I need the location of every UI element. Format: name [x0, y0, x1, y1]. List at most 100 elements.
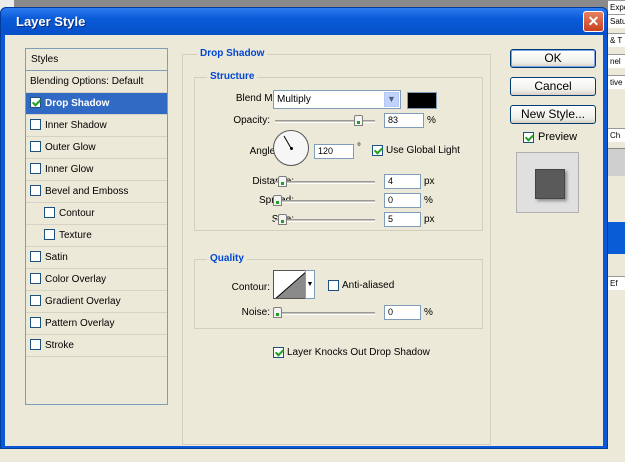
- preview-thumbnail: [516, 152, 579, 213]
- opacity-input[interactable]: 83: [384, 113, 424, 128]
- preview-square: [535, 169, 565, 199]
- distance-slider-track[interactable]: [275, 181, 375, 184]
- use-global-light-checkbox[interactable]: [372, 145, 383, 156]
- styles-item-label: Blending Options: Default: [30, 76, 144, 87]
- dialog-client-area: Styles Blending Options: Default Drop Sha…: [5, 35, 603, 446]
- styles-item[interactable]: Inner Shadow: [26, 115, 167, 137]
- styles-item-label: Outer Glow: [45, 142, 96, 153]
- style-checkbox[interactable]: [30, 250, 41, 262]
- styles-item[interactable]: Satin: [26, 247, 167, 269]
- ok-button[interactable]: OK: [510, 49, 596, 68]
- spread-slider-thumb[interactable]: [273, 195, 282, 206]
- anti-aliased-label[interactable]: Anti-aliased: [342, 280, 394, 291]
- anti-aliased-checkbox[interactable]: [328, 280, 339, 291]
- close-icon: ✕: [587, 13, 600, 29]
- spread-input[interactable]: 0: [384, 193, 421, 208]
- styles-item-label: Stroke: [45, 340, 74, 351]
- angle-dial[interactable]: [273, 130, 309, 166]
- window-title: Layer Style: [16, 14, 86, 29]
- chevron-down-icon: ▼: [306, 281, 314, 288]
- styles-item-label: Satin: [45, 252, 68, 263]
- drop-shadow-title: Drop Shadow: [197, 48, 268, 59]
- background-strip: Ef: [608, 276, 625, 290]
- style-checkbox[interactable]: [44, 228, 55, 240]
- blend-mode-value: Multiply: [277, 94, 311, 105]
- styles-item[interactable]: Texture: [26, 225, 167, 247]
- background-toolbar: [608, 148, 625, 176]
- structure-group: Structure Blend Mode: Multiply ▼ Opacity…: [194, 71, 483, 231]
- styles-item-label: Pattern Overlay: [45, 318, 115, 329]
- preview-checkbox[interactable]: [523, 132, 534, 143]
- cancel-button[interactable]: Cancel: [510, 77, 596, 96]
- contour-preview[interactable]: [273, 270, 306, 299]
- background-strip: tive: [608, 75, 625, 89]
- angle-unit: °: [357, 142, 361, 153]
- noise-unit: %: [424, 307, 433, 318]
- angle-input[interactable]: 120: [314, 144, 354, 159]
- noise-input[interactable]: 0: [384, 305, 421, 320]
- chevron-down-icon: ▼: [384, 92, 399, 107]
- layer-knocks-out-label[interactable]: Layer Knocks Out Drop Shadow: [287, 347, 430, 358]
- noise-slider-thumb[interactable]: [273, 307, 282, 318]
- spread-unit: %: [424, 195, 433, 206]
- styles-items: Blending Options: Default Drop Shadow Inne…: [26, 71, 167, 357]
- opacity-unit: %: [427, 115, 436, 126]
- contour-label: Contour:: [231, 282, 270, 293]
- styles-item[interactable]: Outer Glow: [26, 137, 167, 159]
- distance-input[interactable]: 4: [384, 174, 421, 189]
- background-selected-layer: [608, 222, 625, 254]
- size-slider-track[interactable]: [275, 219, 375, 222]
- styles-item[interactable]: Drop Shadow: [26, 93, 167, 115]
- styles-item[interactable]: Stroke: [26, 335, 167, 357]
- styles-item[interactable]: Inner Glow: [26, 159, 167, 181]
- styles-header[interactable]: Styles: [26, 49, 167, 71]
- noise-slider-track[interactable]: [275, 312, 375, 315]
- distance-slider-thumb[interactable]: [278, 176, 287, 187]
- background-strip: nel: [608, 54, 625, 68]
- quality-group: Quality Contour: ▼ Anti-aliased Noise: 0…: [194, 253, 483, 329]
- style-checkbox[interactable]: [30, 184, 41, 196]
- style-checkbox[interactable]: [30, 294, 41, 306]
- background-strip: Satur: [608, 14, 625, 28]
- close-button[interactable]: ✕: [583, 11, 604, 32]
- layer-knocks-out-checkbox[interactable]: [273, 347, 284, 358]
- use-global-light-label[interactable]: Use Global Light: [386, 145, 460, 156]
- drop-shadow-group: Drop Shadow Structure Blend Mode: Multip…: [182, 48, 491, 445]
- background-strip: Ch: [608, 128, 625, 142]
- style-checkbox[interactable]: [30, 140, 41, 152]
- new-style-button[interactable]: New Style...: [510, 105, 596, 124]
- opacity-label: Opacity:: [233, 115, 270, 126]
- noise-label: Noise:: [241, 307, 270, 318]
- style-checkbox[interactable]: [30, 162, 41, 174]
- background-strip: Exposur: [608, 0, 625, 14]
- style-checkbox[interactable]: [30, 316, 41, 328]
- contour-dropdown[interactable]: ▼: [305, 270, 315, 299]
- styles-item[interactable]: Blending Options: Default: [26, 71, 167, 93]
- style-checkbox[interactable]: [30, 272, 41, 284]
- size-slider-thumb[interactable]: [278, 214, 287, 225]
- styles-item-label: Inner Shadow: [45, 120, 107, 131]
- styles-item-label: Texture: [59, 230, 92, 241]
- style-checkbox[interactable]: [30, 118, 41, 130]
- styles-item[interactable]: Contour: [26, 203, 167, 225]
- title-bar[interactable]: Layer Style ✕: [1, 8, 607, 35]
- styles-item-label: Bevel and Emboss: [45, 186, 129, 197]
- style-checkbox[interactable]: [44, 206, 55, 218]
- shadow-color-swatch[interactable]: [407, 92, 437, 109]
- background-strip: & T: [608, 33, 625, 47]
- styles-item-label: Color Overlay: [45, 274, 107, 285]
- size-input[interactable]: 5: [384, 212, 421, 227]
- opacity-slider-thumb[interactable]: [354, 115, 363, 126]
- styles-item[interactable]: Gradient Overlay: [26, 291, 167, 313]
- spread-slider-track[interactable]: [275, 200, 375, 203]
- layer-style-dialog: Layer Style ✕ Styles Blending Options: D…: [0, 7, 608, 449]
- style-checkbox[interactable]: [30, 338, 41, 350]
- styles-item[interactable]: Bevel and Emboss: [26, 181, 167, 203]
- structure-title: Structure: [207, 71, 258, 82]
- styles-item-label: Drop Shadow: [45, 98, 110, 109]
- preview-label[interactable]: Preview: [538, 131, 577, 143]
- styles-item[interactable]: Pattern Overlay: [26, 313, 167, 335]
- style-checkbox[interactable]: [30, 96, 41, 108]
- styles-item[interactable]: Color Overlay: [26, 269, 167, 291]
- blend-mode-select[interactable]: Multiply ▼: [273, 90, 401, 109]
